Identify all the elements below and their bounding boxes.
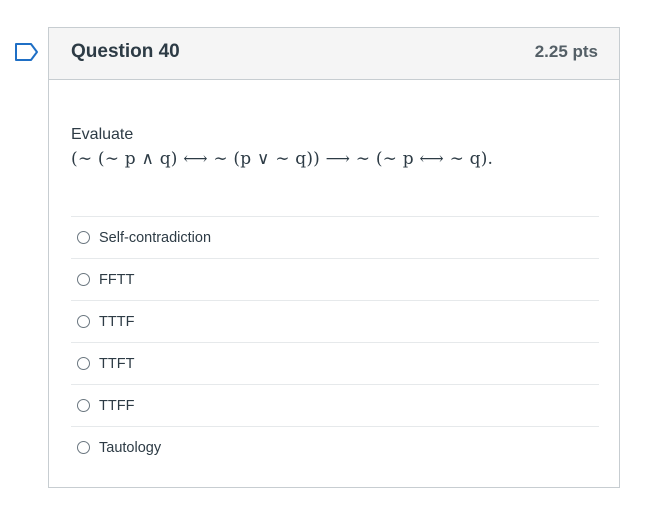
answer-option[interactable]: Self-contradiction <box>71 216 599 258</box>
answer-option[interactable]: TTFF <box>71 384 599 426</box>
radio-button-icon[interactable] <box>77 399 90 412</box>
answer-label: TTFT <box>99 355 135 372</box>
answer-list: Self-contradiction FFTT TTTF TTFT TTFF T… <box>71 216 599 468</box>
answer-label: FFTT <box>99 271 135 288</box>
answer-option[interactable]: FFTT <box>71 258 599 300</box>
radio-button-icon[interactable] <box>77 315 90 328</box>
question-card: Question 40 2.25 pts Evaluate (∼ (∼ p ∧ … <box>48 27 620 488</box>
radio-button-icon[interactable] <box>77 231 90 244</box>
answer-label: TTTF <box>99 313 135 330</box>
question-prompt: Evaluate <box>71 126 134 143</box>
answer-option[interactable]: TTFT <box>71 342 599 384</box>
answer-option[interactable]: TTTF <box>71 300 599 342</box>
question-formula: (∼ (∼ p ∧ q) ⟷ ∼ (p ∨ ∼ q)) ⟶ ∼ (∼ p ⟷ ∼… <box>71 149 494 169</box>
question-header: Question 40 2.25 pts <box>49 28 619 80</box>
bookmark-flag-icon[interactable] <box>14 42 40 62</box>
question-title: Question 40 <box>71 41 180 62</box>
answer-label: Tautology <box>99 439 162 456</box>
radio-button-icon[interactable] <box>77 357 90 370</box>
radio-button-icon[interactable] <box>77 273 90 286</box>
answer-option[interactable]: Tautology <box>71 426 599 468</box>
radio-button-icon[interactable] <box>77 441 90 454</box>
question-points: 2.25 pts <box>534 42 598 61</box>
answer-label: Self-contradiction <box>99 229 212 246</box>
answer-label: TTFF <box>99 397 135 414</box>
